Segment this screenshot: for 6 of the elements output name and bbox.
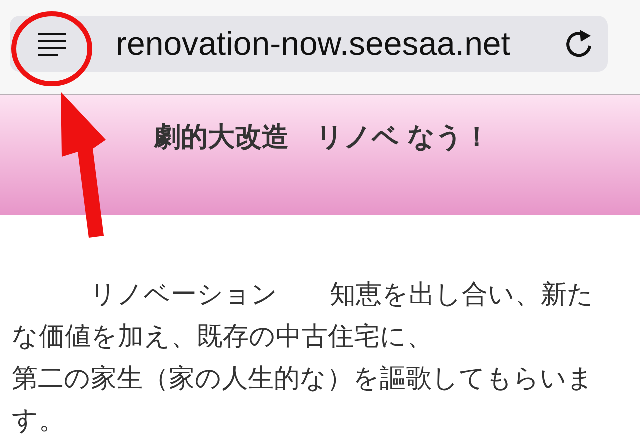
address-bar[interactable]: renovation-now.seesaa.net bbox=[10, 16, 608, 72]
reload-icon[interactable] bbox=[564, 28, 594, 60]
menu-icon[interactable] bbox=[36, 31, 68, 57]
url-text: renovation-now.seesaa.net bbox=[116, 24, 510, 64]
article-paragraph: リノベーション 知恵を出し合い、新た な価値を加え、既存の中古住宅に、 第二の家生（家の人生的な）を謳歌してもらいま す。 bbox=[11, 278, 595, 437]
site-title: 劇的大改造 リノベ なう！ bbox=[154, 121, 491, 154]
